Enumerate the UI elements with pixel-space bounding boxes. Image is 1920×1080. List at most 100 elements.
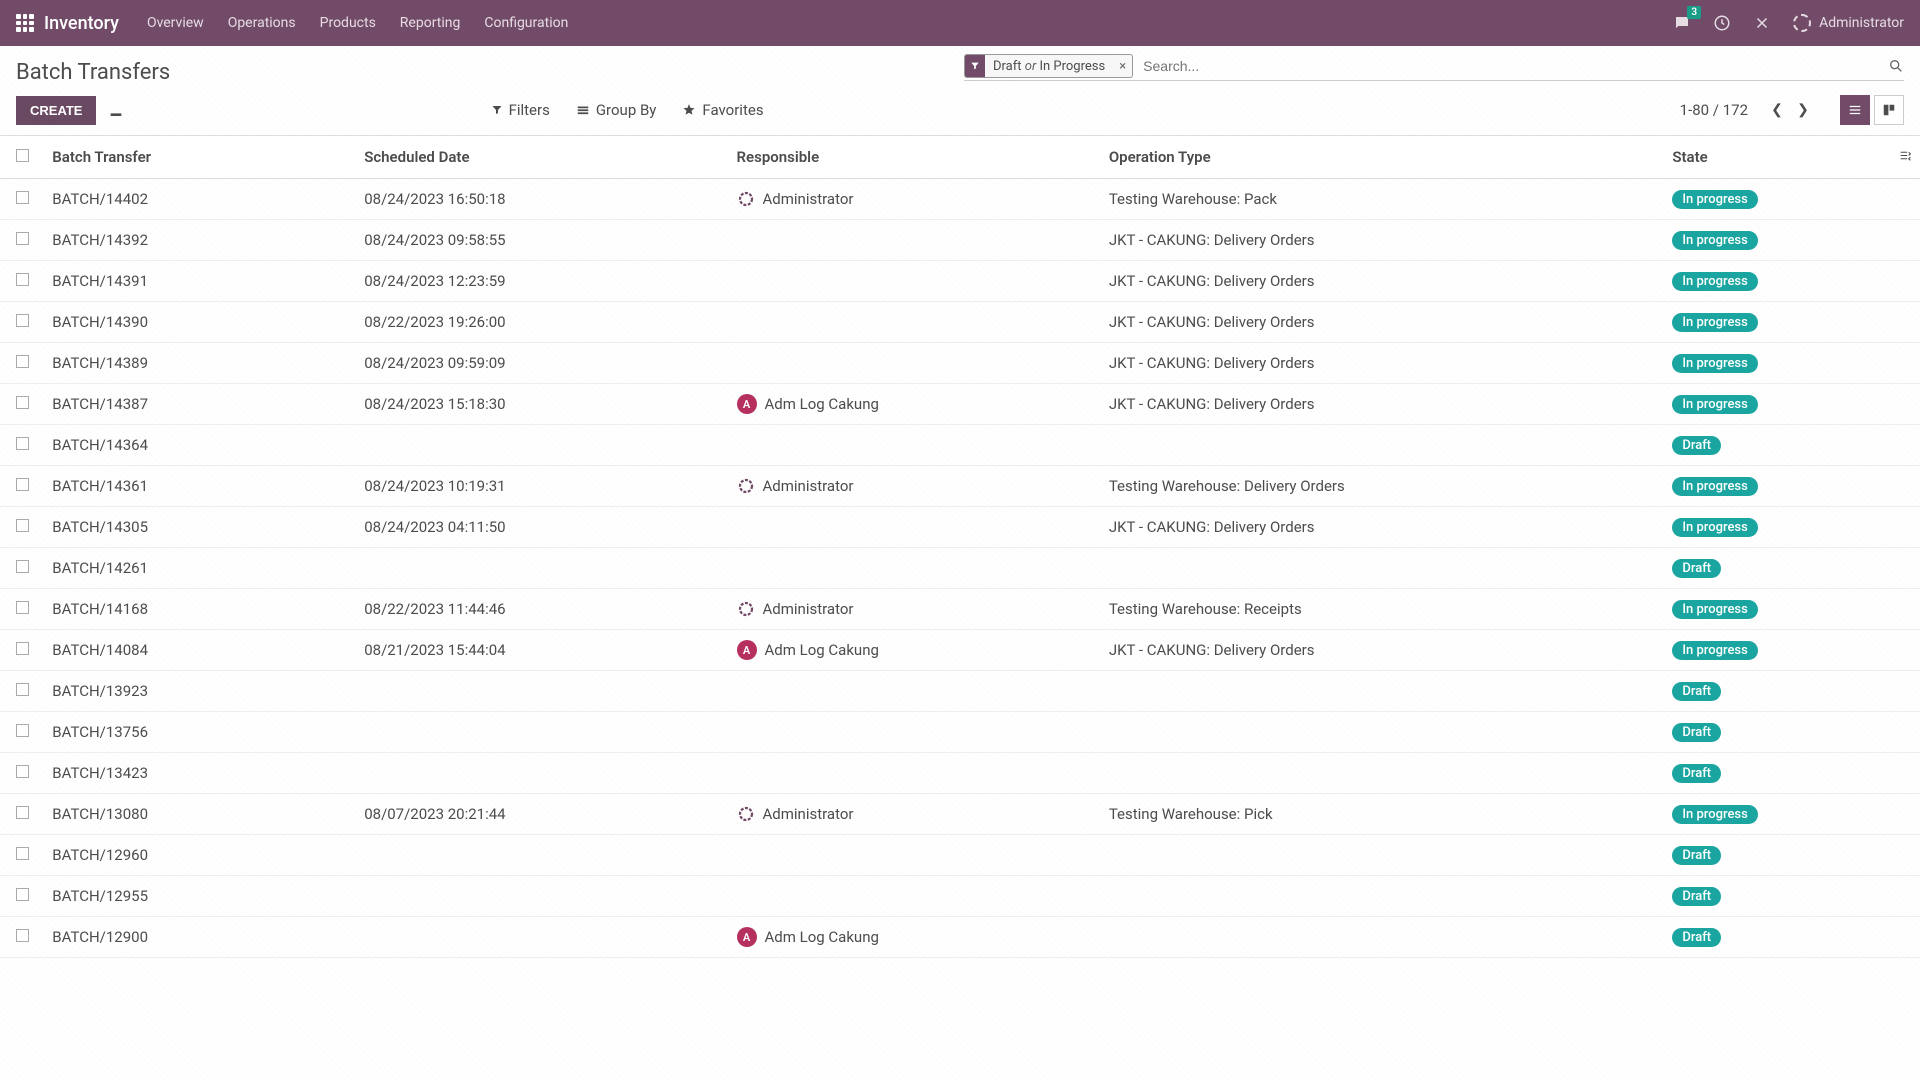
page-title: Batch Transfers — [16, 54, 170, 85]
col-date[interactable]: Scheduled Date — [356, 136, 728, 179]
resp-name: Administrator — [763, 477, 854, 495]
odoo-avatar-icon — [737, 600, 755, 618]
cell-resp: Administrator — [729, 466, 1101, 507]
apps-menu-icon[interactable] — [16, 14, 34, 32]
pager-arrows: ❮ ❯ — [1764, 97, 1816, 123]
control-bar: Batch Transfers Draft or In Progress × C… — [0, 46, 1920, 135]
import-icon[interactable] — [108, 102, 124, 118]
favorites-button[interactable]: Favorites — [682, 101, 763, 119]
row-checkbox[interactable] — [16, 765, 29, 778]
star-icon — [682, 103, 696, 117]
filter-chip-remove[interactable]: × — [1113, 59, 1132, 74]
row-checkbox[interactable] — [16, 355, 29, 368]
menu-products[interactable]: Products — [320, 15, 376, 31]
cell-op — [1101, 753, 1665, 794]
table-row[interactable]: BATCH/1439108/24/2023 12:23:59JKT - CAKU… — [0, 261, 1920, 302]
table-row[interactable]: BATCH/1430508/24/2023 04:11:50JKT - CAKU… — [0, 507, 1920, 548]
state-badge: In progress — [1672, 313, 1757, 332]
cell-resp — [729, 753, 1101, 794]
cell-resp — [729, 712, 1101, 753]
table-row[interactable]: BATCH/1438708/24/2023 15:18:30AAdm Log C… — [0, 384, 1920, 425]
row-checkbox[interactable] — [16, 560, 29, 573]
user-menu[interactable]: Administrator — [1793, 14, 1904, 32]
view-kanban[interactable] — [1874, 95, 1904, 125]
row-checkbox[interactable] — [16, 478, 29, 491]
cell-resp — [729, 220, 1101, 261]
table-row[interactable]: BATCH/1439008/22/2023 19:26:00JKT - CAKU… — [0, 302, 1920, 343]
row-checkbox[interactable] — [16, 273, 29, 286]
tools-icon[interactable] — [1753, 14, 1771, 32]
resp-name: Administrator — [763, 190, 854, 208]
table-row[interactable]: BATCH/13423Draft — [0, 753, 1920, 794]
cell-op — [1101, 876, 1665, 917]
row-checkbox[interactable] — [16, 232, 29, 245]
col-operation[interactable]: Operation Type — [1101, 136, 1665, 179]
state-badge: Draft — [1672, 723, 1721, 742]
pager-prev[interactable]: ❮ — [1764, 97, 1790, 123]
resp-name: Adm Log Cakung — [765, 641, 879, 659]
table-row[interactable]: BATCH/1416808/22/2023 11:44:46Administra… — [0, 589, 1920, 630]
row-checkbox[interactable] — [16, 929, 29, 942]
table-container[interactable]: Batch Transfer Scheduled Date Responsibl… — [0, 135, 1920, 1049]
select-all-checkbox[interactable] — [16, 149, 29, 162]
row-checkbox[interactable] — [16, 888, 29, 901]
cell-name: BATCH/14305 — [44, 507, 356, 548]
table-row[interactable]: BATCH/12960Draft — [0, 835, 1920, 876]
groupby-button[interactable]: Group By — [576, 101, 657, 119]
cell-date: 08/22/2023 11:44:46 — [356, 589, 728, 630]
row-checkbox[interactable] — [16, 437, 29, 450]
favorites-label: Favorites — [702, 101, 763, 119]
table-row[interactable]: BATCH/1436108/24/2023 10:19:31Administra… — [0, 466, 1920, 507]
cell-resp — [729, 835, 1101, 876]
menu-configuration[interactable]: Configuration — [484, 15, 568, 31]
view-list[interactable] — [1840, 95, 1870, 125]
filters-button[interactable]: Filters — [491, 101, 550, 119]
discuss-button[interactable]: 3 — [1673, 14, 1691, 32]
table-row[interactable]: BATCH/13923Draft — [0, 671, 1920, 712]
search-input[interactable] — [1139, 56, 1882, 76]
row-checkbox[interactable] — [16, 847, 29, 860]
table-row[interactable]: BATCH/1439208/24/2023 09:58:55JKT - CAKU… — [0, 220, 1920, 261]
col-state[interactable]: State — [1664, 136, 1875, 179]
pager[interactable]: 1-80 / 172 — [1680, 101, 1748, 119]
menu-reporting[interactable]: Reporting — [400, 15, 461, 31]
cell-date: 08/07/2023 20:21:44 — [356, 794, 728, 835]
table-row[interactable]: BATCH/12900AAdm Log CakungDraft — [0, 917, 1920, 958]
row-checkbox[interactable] — [16, 683, 29, 696]
menu-operations[interactable]: Operations — [228, 15, 296, 31]
column-settings-icon[interactable] — [1899, 149, 1912, 162]
row-checkbox[interactable] — [16, 191, 29, 204]
brand[interactable]: Inventory — [44, 13, 119, 34]
funnel-icon — [491, 104, 503, 116]
table-row[interactable]: BATCH/1440208/24/2023 16:50:18Administra… — [0, 179, 1920, 220]
row-checkbox[interactable] — [16, 519, 29, 532]
user-avatar-icon: A — [737, 394, 757, 414]
row-checkbox[interactable] — [16, 314, 29, 327]
menu-overview[interactable]: Overview — [147, 15, 204, 31]
state-badge: In progress — [1672, 190, 1757, 209]
col-responsible[interactable]: Responsible — [729, 136, 1101, 179]
table-row[interactable]: BATCH/13756Draft — [0, 712, 1920, 753]
table-row[interactable]: BATCH/14261Draft — [0, 548, 1920, 589]
col-name[interactable]: Batch Transfer — [44, 136, 356, 179]
table-row[interactable]: BATCH/1308008/07/2023 20:21:44Administra… — [0, 794, 1920, 835]
table-row[interactable]: BATCH/14364Draft — [0, 425, 1920, 466]
cell-date — [356, 753, 728, 794]
pager-next[interactable]: ❯ — [1790, 97, 1816, 123]
row-checkbox[interactable] — [16, 396, 29, 409]
table-row[interactable]: BATCH/1438908/24/2023 09:59:09JKT - CAKU… — [0, 343, 1920, 384]
search-icon[interactable] — [1888, 58, 1904, 74]
create-button[interactable]: CREATE — [16, 96, 96, 125]
clock-icon[interactable] — [1713, 14, 1731, 32]
row-checkbox[interactable] — [16, 724, 29, 737]
state-badge: Draft — [1672, 928, 1721, 947]
chat-count: 3 — [1687, 6, 1701, 19]
row-checkbox[interactable] — [16, 601, 29, 614]
cell-resp — [729, 876, 1101, 917]
table-row[interactable]: BATCH/1408408/21/2023 15:44:04AAdm Log C… — [0, 630, 1920, 671]
cell-date — [356, 835, 728, 876]
row-checkbox[interactable] — [16, 806, 29, 819]
top-nav: Inventory Overview Operations Products Repo… — [0, 0, 1920, 46]
table-row[interactable]: BATCH/12955Draft — [0, 876, 1920, 917]
row-checkbox[interactable] — [16, 642, 29, 655]
